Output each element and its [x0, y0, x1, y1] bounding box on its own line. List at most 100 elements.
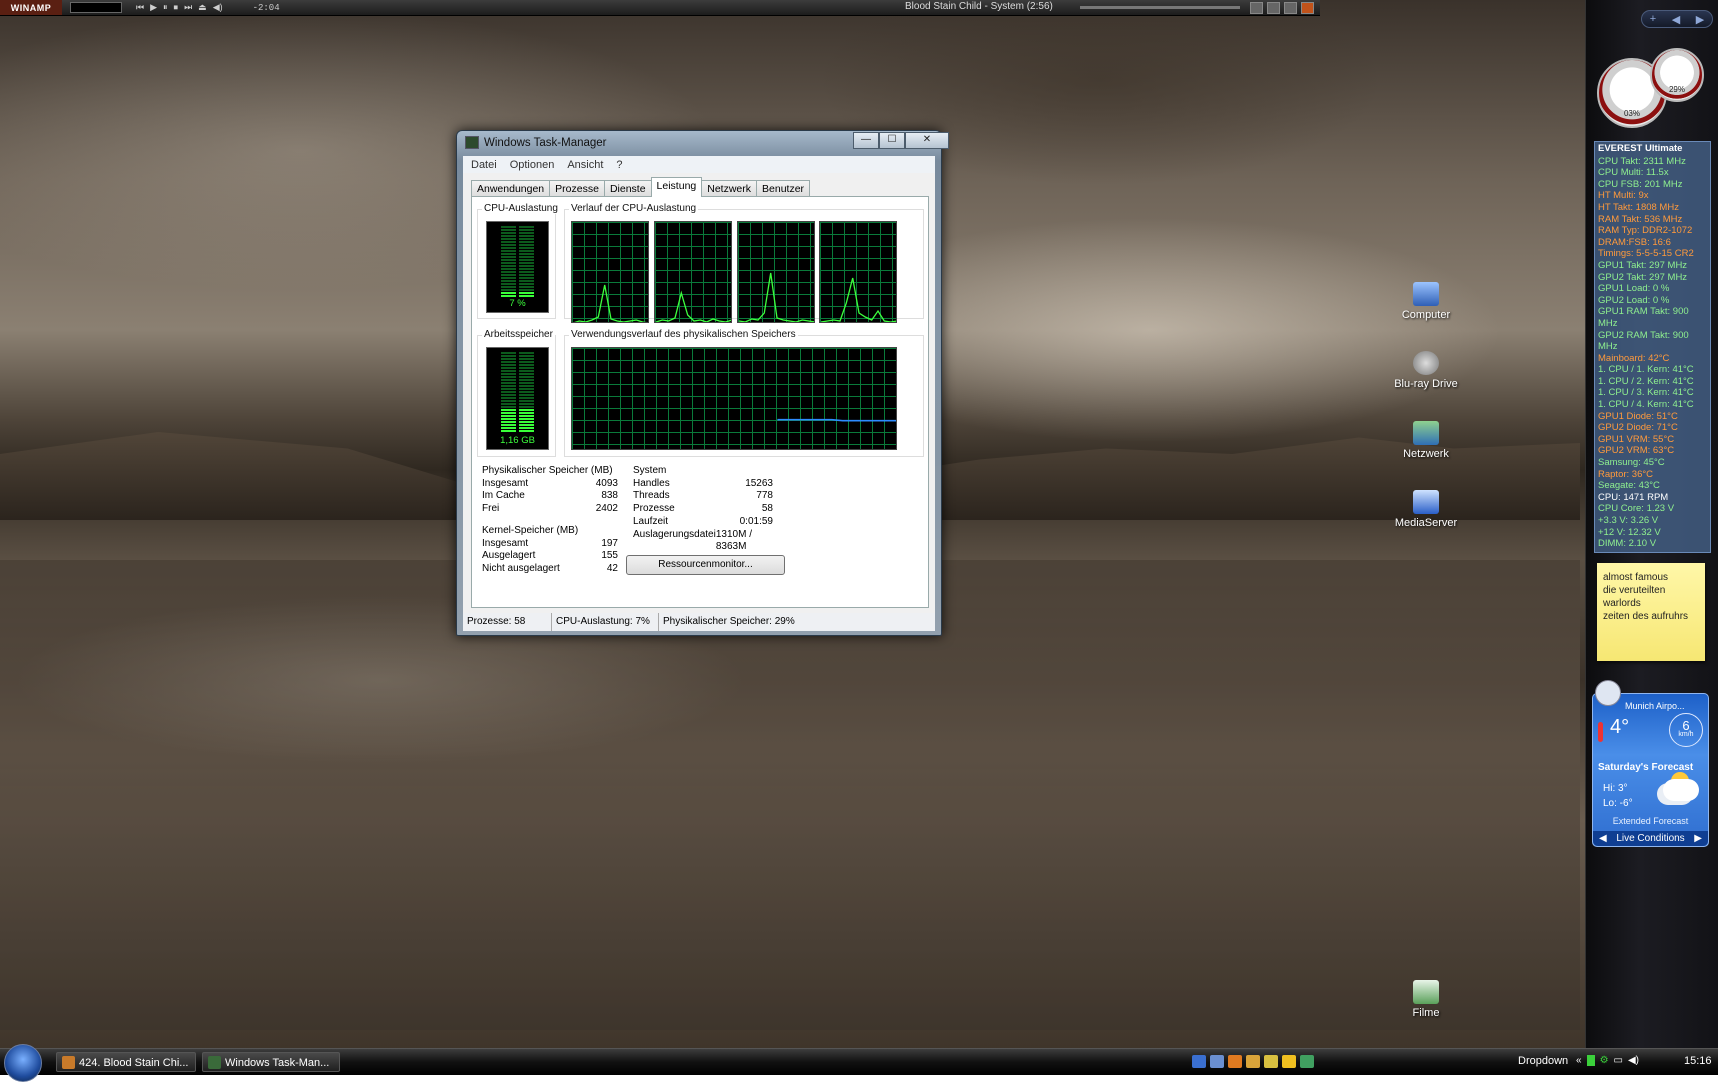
winamp-seek-bar[interactable]: [1080, 6, 1240, 9]
memory-meter-gauge[interactable]: 29%: [1650, 48, 1704, 102]
dropdown-toolbar[interactable]: Dropdown: [1518, 1055, 1568, 1067]
taskbar: 424. Blood Stain Chi... Windows Task-Man…: [0, 1044, 1718, 1082]
meter-segment: [519, 256, 534, 258]
battery-icon[interactable]: [1586, 1055, 1595, 1066]
prev-page-icon[interactable]: ◀: [1672, 13, 1680, 26]
winamp-tray-icon[interactable]: [1246, 1055, 1260, 1068]
meter-segment: [501, 370, 516, 372]
meter-segment: [519, 418, 534, 420]
desktop-icon-mediaserver[interactable]: MediaServer: [1386, 490, 1466, 529]
menu-file[interactable]: Datei: [471, 159, 497, 171]
firefox-icon[interactable]: [1228, 1055, 1242, 1068]
winamp-shade-button[interactable]: [1267, 2, 1280, 14]
taskbar-button-winamp[interactable]: 424. Blood Stain Chi...: [56, 1052, 196, 1072]
safely-remove-icon[interactable]: ▭: [1614, 1055, 1623, 1066]
meter-segment: [501, 397, 516, 399]
switch-windows-icon[interactable]: [1210, 1055, 1224, 1068]
cpu-usage-meter: 7 %: [486, 221, 549, 313]
tab-services[interactable]: Dienste: [603, 180, 652, 197]
forecast-low: Lo: -6°: [1603, 798, 1633, 809]
meter-segment: [519, 232, 534, 234]
tab-applications[interactable]: Anwendungen: [471, 180, 551, 197]
volume-icon[interactable]: ◀): [213, 2, 223, 13]
start-button[interactable]: [4, 1044, 42, 1082]
resource-monitor-button[interactable]: Ressourcenmonitor...: [626, 555, 785, 575]
winamp-minimize-button[interactable]: [1250, 2, 1263, 14]
status-processes: Prozesse: 58: [463, 613, 552, 631]
everest-gadget[interactable]: EVEREST Ultimate CPU Takt: 2311 MHz CPU M…: [1594, 141, 1711, 553]
menu-options[interactable]: Optionen: [510, 159, 555, 171]
window-caption-buttons[interactable]: — ☐ ✕: [853, 132, 949, 149]
notes-gadget[interactable]: almost famous die veruteilten warlords z…: [1597, 563, 1705, 661]
taskbar-button-label: 424. Blood Stain Chi...: [79, 1057, 189, 1069]
winamp-controls[interactable]: ⏮ ▶ ⏸ ⏹ ⏭ ⏏ ◀): [136, 2, 223, 13]
live-conditions-label[interactable]: Live Conditions: [1616, 833, 1684, 844]
live-conditions-bar[interactable]: ◀ Live Conditions ▶: [1593, 831, 1708, 846]
winamp-bar[interactable]: WINAMP ⏮ ▶ ⏸ ⏹ ⏭ ⏏ ◀) -2:04 Blood Stain …: [0, 0, 1320, 16]
everest-line: Samsung: 45°C: [1598, 457, 1665, 469]
window-titlebar[interactable]: Windows Task-Manager: [465, 134, 607, 151]
next-icon[interactable]: ⏭: [184, 2, 192, 13]
prev-icon[interactable]: ⏮: [136, 2, 144, 13]
meter-segment: [519, 400, 534, 402]
speaker-icon[interactable]: ◀): [1628, 1055, 1639, 1066]
meter-segment: [519, 274, 534, 276]
everest-line: GPU2 Diode: 71°C: [1598, 422, 1678, 434]
add-gadget-icon[interactable]: +: [1650, 13, 1656, 25]
meter-segment: [501, 280, 516, 282]
winamp-logo[interactable]: WINAMP: [0, 0, 62, 15]
next-arrow-icon[interactable]: ▶: [1694, 831, 1702, 846]
meter-segment: [519, 412, 534, 414]
menu-view[interactable]: Ansicht: [567, 159, 603, 171]
meter-segment: [501, 265, 516, 267]
stat-row: Frei 2402: [482, 503, 618, 516]
sidebar-header[interactable]: + ◀ ▶: [1641, 10, 1713, 28]
meter-segment: [501, 271, 516, 273]
meter-segment: [501, 355, 516, 357]
tab-performance[interactable]: Leistung: [650, 177, 703, 197]
eject-icon[interactable]: ⏏: [198, 2, 207, 13]
physical-memory-heading: Physikalischer Speicher (MB): [482, 465, 613, 476]
spreadsheet-icon[interactable]: [1300, 1055, 1314, 1068]
play-icon[interactable]: ▶: [150, 2, 157, 13]
prev-arrow-icon[interactable]: ◀: [1599, 831, 1607, 846]
network-tray-icon[interactable]: ⚙: [1600, 1055, 1609, 1066]
taskbar-button-task-manager[interactable]: Windows Task-Man...: [202, 1052, 340, 1072]
meter-segment: [501, 274, 516, 276]
winamp-close-button[interactable]: [1301, 2, 1314, 14]
minimize-button[interactable]: —: [853, 132, 879, 149]
desktop-icon-filme[interactable]: Filme: [1386, 980, 1466, 1019]
chevron-left-icon[interactable]: «: [1576, 1055, 1582, 1066]
tab-strip: Anwendungen Prozesse Dienste Leistung Ne…: [471, 177, 811, 197]
winamp-window-buttons[interactable]: [1250, 2, 1314, 14]
lightning-icon[interactable]: [1264, 1055, 1278, 1068]
stop-icon[interactable]: ⏹: [174, 2, 179, 13]
menu-help[interactable]: ?: [616, 159, 622, 171]
winamp-maximize-button[interactable]: [1284, 2, 1297, 14]
next-page-icon[interactable]: ▶: [1696, 13, 1704, 26]
stat-value: 0:01:59: [739, 515, 773, 527]
tab-users[interactable]: Benutzer: [756, 180, 811, 197]
show-desktop-icon[interactable]: [1192, 1055, 1206, 1068]
desktop-icon-network[interactable]: Netzwerk: [1386, 421, 1466, 460]
taskbar-clock[interactable]: 15:16: [1684, 1055, 1712, 1067]
desktop-icon-label: Computer: [1401, 309, 1451, 321]
tab-network[interactable]: Netzwerk: [701, 180, 758, 197]
mediaserver-icon: [1413, 490, 1439, 514]
meter-segment: [501, 415, 516, 417]
meter-segment: [519, 358, 534, 360]
meter-segment: [519, 352, 534, 354]
task-manager-window[interactable]: Windows Task-Manager — ☐ ✕ Datei Optione…: [456, 130, 949, 636]
tab-processes[interactable]: Prozesse: [549, 180, 605, 197]
pause-icon[interactable]: ⏸: [163, 2, 168, 13]
desktop-icon-bluray[interactable]: Blu-ray Drive: [1386, 351, 1466, 390]
menu-bar: Datei Optionen Ansicht ?: [463, 156, 935, 173]
weather-gadget[interactable]: Munich Airpo... 4° 6 km/h Saturday's For…: [1592, 680, 1709, 847]
memory-meter: 1,16 GB: [486, 347, 549, 450]
maximize-button[interactable]: ☐: [879, 132, 905, 149]
close-button[interactable]: ✕: [905, 132, 949, 149]
desktop-icon-computer[interactable]: Computer: [1386, 282, 1466, 321]
extended-forecast-link[interactable]: Extended Forecast: [1593, 816, 1708, 826]
winamp-song-title: Blood Stain Child - System (2:56): [905, 1, 1053, 12]
warning-icon[interactable]: [1282, 1055, 1296, 1068]
